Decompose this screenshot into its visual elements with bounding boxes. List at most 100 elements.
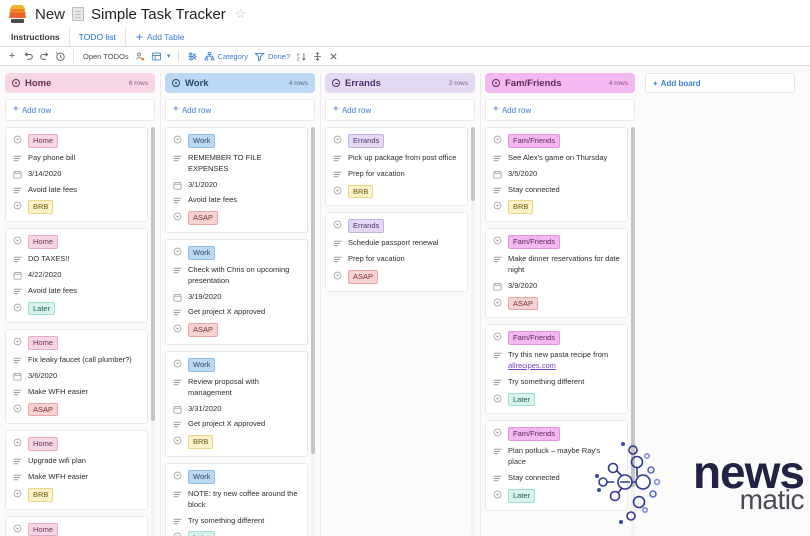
due-date: 3/6/2020: [28, 370, 58, 380]
task-card[interactable]: Fam/Friends Plan potluck – maybe Ray's pl…: [485, 420, 628, 511]
group-label: Category: [217, 51, 249, 61]
goal-text: Get project X approved: [188, 307, 266, 317]
row-height-icon[interactable]: [309, 48, 325, 64]
goal-text: Avoid late fees: [188, 195, 238, 205]
card-field-priority: BRB: [13, 200, 140, 215]
close-x-icon[interactable]: [325, 48, 341, 64]
table-tab-bar: Instructions TODO list + Add Table: [0, 28, 810, 47]
scrollbar-thumb[interactable]: [631, 127, 635, 487]
card-field-date: 3/31/2020: [173, 404, 300, 415]
clock-history-icon[interactable]: [52, 48, 68, 64]
redo-icon[interactable]: [36, 48, 52, 64]
single-select-icon: [173, 436, 182, 445]
category-pill: Errands: [348, 219, 385, 233]
single-select-icon: [333, 220, 342, 229]
task-card[interactable]: HomeOrder new shelvesMake WFH easierBRB: [5, 515, 148, 536]
column-header[interactable]: Errands 2 rows: [325, 73, 475, 93]
column-header[interactable]: Home 6 rows: [5, 73, 155, 93]
card-field-goal: Try something different: [173, 516, 300, 527]
group-button[interactable]: Category: [201, 48, 251, 64]
card-list: Home Pay phone bill 3/14/2020 Avoid late fe…: [5, 127, 155, 536]
long-text-icon: [13, 186, 22, 195]
task-card[interactable]: Home Fix leaky faucet (call plumber?) 3/6/…: [5, 329, 148, 425]
chevron-down-icon[interactable]: ▾: [165, 48, 173, 64]
task-text: REMEMBER TO FILE EXPENSES: [188, 152, 262, 173]
card-list: Errands Pick up package from post office P…: [325, 127, 475, 536]
task-card[interactable]: Work REMEMBER TO FILE EXPENSES 3/1/2020 Avo…: [165, 127, 308, 233]
goal-text: Make WFH easier: [28, 472, 89, 481]
column-header[interactable]: Work 4 rows: [165, 73, 315, 93]
calendar-icon: [173, 181, 182, 190]
category-pill: Home: [28, 522, 59, 536]
task-card[interactable]: Fam/Friends Make dinner reservations for …: [485, 228, 628, 319]
recipe-link[interactable]: allrecipes.com: [508, 361, 556, 370]
single-select-icon: [13, 489, 22, 498]
long-text-icon: [173, 378, 182, 387]
task-card[interactable]: Errands Pick up package from post office P…: [325, 127, 468, 207]
tab-todo-list[interactable]: TODO list: [69, 28, 126, 46]
card-field-goal: Get project X approved: [173, 419, 300, 430]
column-scrollbar[interactable]: [311, 127, 315, 536]
task-card[interactable]: Home Pay phone bill 3/14/2020 Avoid late fe…: [5, 127, 148, 223]
card-field-task: NOTE: try new coffee around the block: [173, 489, 300, 511]
single-select-icon: [493, 298, 502, 307]
add-table-button[interactable]: + Add Table: [126, 28, 195, 46]
add-row-button[interactable]: + Add row: [5, 99, 155, 121]
scrollbar-thumb[interactable]: [311, 127, 315, 455]
tab-instructions[interactable]: Instructions: [2, 28, 70, 46]
long-text-icon: [173, 490, 182, 499]
task-card[interactable]: Work NOTE: try new coffee around the bloc…: [165, 463, 308, 536]
star-outline-icon[interactable]: ☆: [235, 6, 247, 22]
add-row-button[interactable]: + Add row: [325, 99, 475, 121]
single-select-icon: [173, 135, 182, 144]
card-field-date: 3/9/2020: [493, 281, 620, 292]
calendar-icon: [493, 170, 502, 179]
task-card[interactable]: Home Upgrade wifi plan Make WFH easier BRB: [5, 430, 148, 510]
task-card[interactable]: Home DO TAXES!! 4/22/2020 Avoid late fees La…: [5, 228, 148, 324]
calendar-icon: [13, 170, 22, 179]
task-card[interactable]: Errands Schedule passport renewal Prep for…: [325, 212, 468, 292]
board-column-work: Work 4 rows + Add row Work REMEMBER TO FILE E…: [160, 73, 320, 536]
column-row-count: 4 rows: [608, 79, 628, 87]
plus-icon[interactable]: +: [4, 48, 20, 64]
filter-button[interactable]: Done?: [251, 48, 293, 64]
category-pill: Work: [188, 134, 216, 148]
plus-icon: +: [653, 78, 658, 88]
card-field-priority: ASAP: [333, 269, 460, 284]
add-board-button[interactable]: + Add board: [645, 73, 795, 93]
priority-pill: ASAP: [188, 211, 219, 225]
category-pill: Home: [28, 437, 59, 452]
hide-fields-button[interactable]: [184, 48, 201, 64]
scrollbar-thumb[interactable]: [471, 127, 475, 201]
priority-pill: Later: [28, 301, 56, 316]
grid-doc-icon: [72, 7, 85, 21]
person-share-icon[interactable]: [133, 48, 149, 64]
title-bar: New Simple Task Tracker ☆: [0, 0, 810, 28]
single-select-icon: [173, 359, 182, 368]
column-title: Work: [185, 77, 209, 89]
grid-view-icon[interactable]: [149, 48, 165, 64]
card-field-goal: Stay connected: [493, 473, 620, 484]
view-name-label[interactable]: Open TODOs: [79, 52, 133, 61]
sort-az-icon[interactable]: A Z: [293, 48, 309, 64]
card-list: Work REMEMBER TO FILE EXPENSES 3/1/2020 Avo…: [165, 127, 315, 536]
column-scrollbar[interactable]: [631, 127, 635, 536]
card-field-category: Fam/Friends: [493, 235, 620, 249]
add-row-button[interactable]: + Add row: [485, 99, 635, 121]
column-scrollbar[interactable]: [151, 127, 155, 536]
task-card[interactable]: Fam/Friends See Alex's game on Thursday 3/…: [485, 127, 628, 223]
task-card[interactable]: Work Review proposal with management 3/31/…: [165, 351, 308, 457]
task-card[interactable]: Fam/Friends Try this new pasta recipe fro…: [485, 324, 628, 415]
add-row-button[interactable]: + Add row: [165, 99, 315, 121]
long-text-icon: [333, 239, 342, 248]
task-card[interactable]: Work Check with Chris on upcoming present…: [165, 239, 308, 345]
calendar-icon: [173, 293, 182, 302]
long-text-icon: [493, 154, 502, 163]
single-select-icon: [173, 324, 182, 333]
undo-icon[interactable]: [20, 48, 36, 64]
column-header[interactable]: Fam/Friends 4 rows: [485, 73, 635, 93]
single-select-icon: [493, 135, 502, 144]
column-scrollbar[interactable]: [471, 127, 475, 536]
scrollbar-thumb[interactable]: [151, 127, 155, 422]
goal-text: Avoid late fees: [28, 184, 78, 194]
